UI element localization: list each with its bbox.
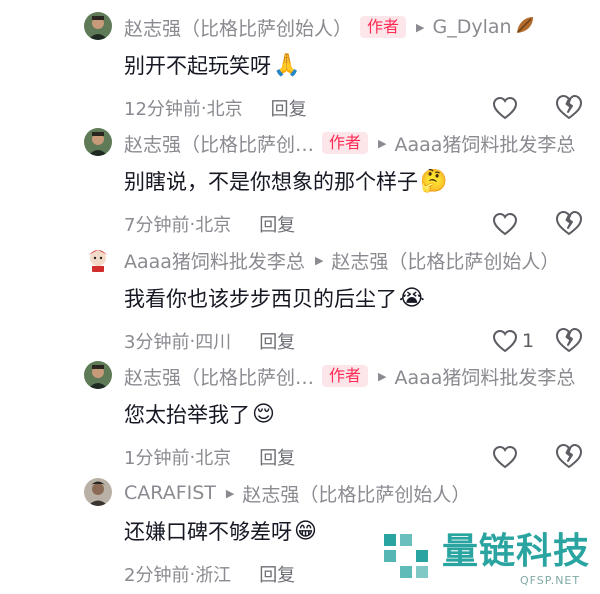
author-badge: 作者	[322, 132, 369, 154]
avatar[interactable]	[84, 12, 112, 40]
comment-text: 别瞎说，不是你想象的那个样子	[124, 170, 418, 194]
pray-emoji-icon: 🙏	[273, 53, 301, 78]
comment-text: 我看你也该步步西贝的后尘了	[124, 287, 397, 311]
comment-location: 北京	[195, 448, 232, 469]
broken-heart-icon	[556, 328, 582, 352]
dislike-button[interactable]	[555, 94, 583, 122]
reply-arrow-icon: ▶	[225, 486, 235, 500]
reply-to-user[interactable]: 赵志强（比格比萨创始人）	[331, 247, 559, 274]
like-count: 1	[522, 330, 535, 352]
reply-arrow-icon: ▶	[416, 20, 425, 34]
broken-heart-icon	[556, 444, 582, 468]
reply-to-user[interactable]: G_Dylan	[433, 16, 512, 38]
relieved-emoji-icon: 😌	[252, 402, 275, 427]
reply-button[interactable]: 回复	[259, 328, 295, 354]
reply-to-user[interactable]: Aaaa猪饲料批发李总	[395, 363, 576, 390]
comment-text: 还嫌口碑不够差呀	[124, 520, 292, 544]
comment-author[interactable]: 赵志强（比格比萨创…	[124, 363, 314, 390]
comment-time: 12分钟前	[124, 99, 201, 120]
comment-item: 赵志强（比格比萨创… 作者 ▶ Aaaa猪饲料批发李总 别瞎说，不是你想象的那个…	[0, 128, 600, 244]
comment-location: 北京	[206, 99, 243, 120]
thinking-emoji-icon: 🤔	[420, 169, 448, 194]
like-button[interactable]	[492, 210, 522, 238]
broken-heart-icon	[556, 211, 582, 235]
dislike-button[interactable]	[555, 443, 583, 471]
comment-item: 赵志强（比格比萨创… 作者 ▶ Aaaa猪饲料批发李总 您太抬举我了 😌 1分钟…	[0, 361, 600, 477]
like-button[interactable]	[492, 443, 522, 471]
comment-text: 您太抬举我了	[124, 403, 250, 427]
avatar-man-icon	[84, 12, 112, 40]
reply-button[interactable]: 回复	[259, 444, 295, 470]
reply-arrow-icon: ▶	[314, 253, 324, 267]
reply-button[interactable]: 回复	[271, 95, 307, 121]
reply-button[interactable]: 回复	[259, 561, 295, 587]
comment-time: 3分钟前	[124, 332, 190, 353]
reply-to-user[interactable]: Aaaa猪饲料批发李总	[395, 130, 576, 157]
heart-icon	[492, 96, 518, 120]
comment-item: 赵志强（比格比萨创始人） 作者 ▶ G_Dylan 别开不起玩笑呀 🙏 12分钟…	[0, 12, 600, 128]
reply-arrow-icon: ▶	[378, 369, 387, 383]
comment-location: 北京	[195, 215, 232, 236]
avatar[interactable]	[84, 245, 112, 273]
like-button[interactable]: 1	[492, 327, 534, 355]
comment-author[interactable]: 赵志强（比格比萨创始人）	[124, 14, 352, 41]
crying-emoji-icon: 😭	[399, 286, 425, 311]
dislike-button[interactable]	[555, 210, 583, 238]
comment-location: 四川	[195, 332, 232, 353]
avatar-man-icon	[84, 128, 112, 156]
comment-time: 7分钟前	[124, 215, 190, 236]
comment-time: 1分钟前	[124, 448, 190, 469]
comment-location: 浙江	[195, 565, 232, 586]
heart-icon	[492, 212, 518, 236]
dislike-button[interactable]	[555, 327, 583, 355]
avatar[interactable]	[84, 128, 112, 156]
grin-emoji-icon: 😁	[294, 519, 317, 544]
avatar[interactable]	[84, 478, 112, 506]
avatar-person-icon	[84, 478, 112, 506]
watermark-logo-icon	[380, 530, 434, 584]
heart-icon	[492, 445, 518, 469]
avatar-man-icon	[84, 361, 112, 389]
heart-icon	[492, 329, 518, 353]
watermark-subtitle: QFSP.NET	[520, 574, 581, 587]
watermark-title: 量链科技	[442, 531, 591, 572]
comment-time: 2分钟前	[124, 565, 190, 586]
author-badge: 作者	[360, 16, 407, 38]
watermark: 量链科技 QFSP.NET	[380, 530, 600, 594]
broken-heart-icon	[556, 95, 582, 119]
leaf-icon	[514, 14, 536, 41]
comment-item: Aaaa猪饲料批发李总 ▶ 赵志强（比格比萨创始人） 我看你也该步步西贝的后尘了…	[0, 245, 600, 361]
comment-author[interactable]: Aaaa猪饲料批发李总	[124, 247, 305, 274]
avatar-cartoon-icon	[84, 245, 112, 273]
like-button[interactable]	[492, 94, 522, 122]
reply-to-user[interactable]: 赵志强（比格比萨创始人）	[242, 480, 470, 507]
comment-author[interactable]: 赵志强（比格比萨创…	[124, 130, 314, 157]
comment-text: 别开不起玩笑呀	[124, 54, 271, 78]
comment-author[interactable]: CARAFIST	[124, 482, 216, 504]
reply-button[interactable]: 回复	[259, 211, 295, 237]
author-badge: 作者	[322, 365, 369, 387]
reply-arrow-icon: ▶	[378, 136, 387, 150]
avatar[interactable]	[84, 361, 112, 389]
